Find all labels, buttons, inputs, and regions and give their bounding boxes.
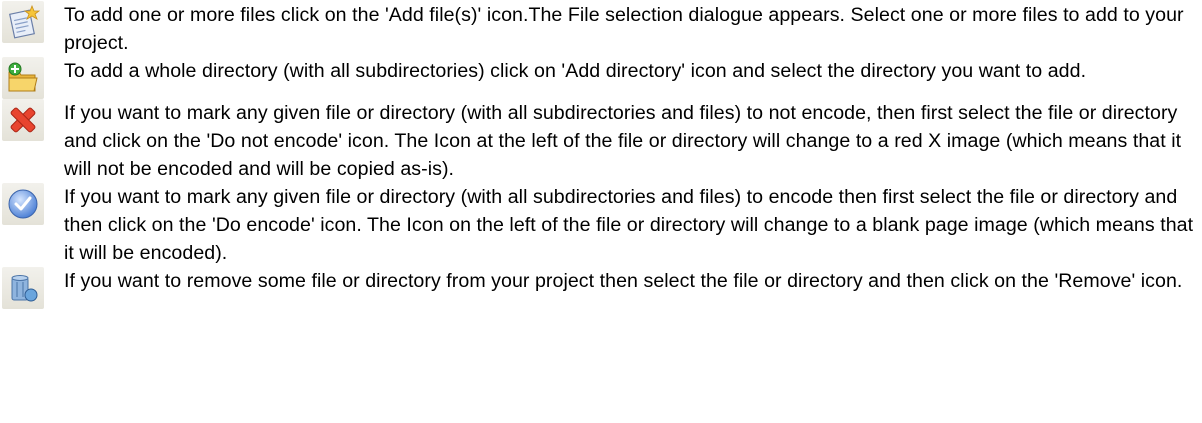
- add-file-icon: [2, 1, 44, 43]
- list-item-add-file: To add one or more files click on the 'A…: [0, 1, 1202, 57]
- item-text: To add one or more files click on the 'A…: [64, 4, 1184, 54]
- add-directory-icon: [2, 57, 44, 99]
- item-text: If you want to mark any given file or di…: [64, 102, 1182, 180]
- do-encode-icon: [2, 183, 44, 225]
- item-text: If you want to mark any given file or di…: [64, 186, 1194, 264]
- remove-icon: [2, 267, 44, 309]
- item-text: If you want to remove some file or direc…: [64, 270, 1183, 292]
- list-item-do-encode: If you want to mark any given file or di…: [0, 183, 1202, 267]
- item-text: To add a whole directory (with all subdi…: [64, 60, 1087, 82]
- list-item-add-directory: To add a whole directory (with all subdi…: [0, 57, 1202, 99]
- help-list: To add one or more files click on the 'A…: [0, 0, 1202, 309]
- do-not-encode-icon: [2, 99, 44, 141]
- list-item-do-not-encode: If you want to mark any given file or di…: [0, 99, 1202, 183]
- list-item-remove: If you want to remove some file or direc…: [0, 267, 1202, 309]
